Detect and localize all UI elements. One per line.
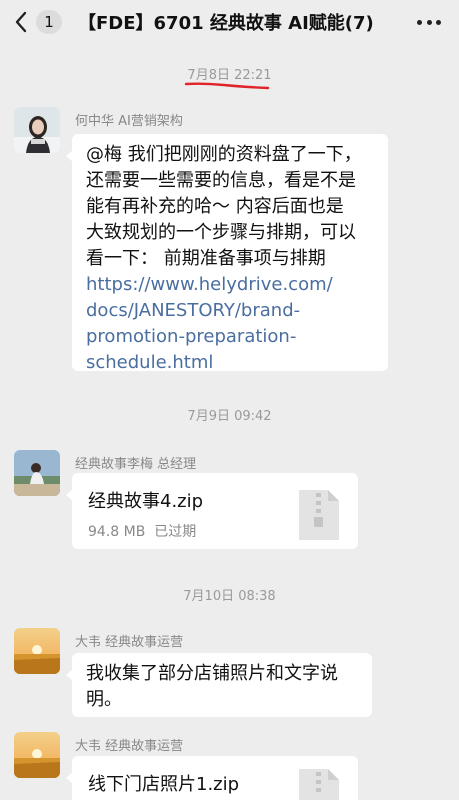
file-message[interactable]: 经典故事4.zip 94.8 MB 已过期: [66, 473, 358, 549]
message-link[interactable]: docs/JANESTORY/brand-: [86, 298, 375, 324]
message-line: 看一下： 前期准备事项与排期: [86, 248, 326, 269]
more-button[interactable]: [417, 12, 441, 32]
message-line: 明。: [86, 689, 122, 710]
more-icon: [417, 19, 422, 25]
message-line: 还需要一些需要的信息，看是不是: [86, 170, 356, 191]
chat-header: 1 【FDE】6701 经典故事 AI赋能(7): [0, 0, 459, 44]
file-message[interactable]: 线下门店照片1.zip: [66, 756, 358, 800]
annotation-underline: [184, 82, 270, 90]
avatar[interactable]: [14, 450, 60, 496]
message-link[interactable]: promotion-preparation-: [86, 324, 375, 350]
sender-name: 何中华 AI营销架构: [75, 114, 183, 129]
message-line: 能有再补充的哈～ 内容后面也是: [86, 196, 344, 217]
message-line: @梅 我们把刚刚的资料盘了一下，: [86, 144, 362, 165]
avatar[interactable]: [14, 628, 60, 674]
message-bubble[interactable]: 我收集了部分店铺照片和文字说 明。: [66, 653, 372, 717]
chat-title: 【FDE】6701 经典故事 AI赋能(7): [78, 13, 374, 34]
zip-file-icon: [299, 490, 339, 540]
timestamp: 7月9日 09:42: [187, 409, 272, 424]
message-bubble[interactable]: @梅 我们把刚刚的资料盘了一下， 还需要一些需要的信息，看是不是 能有再补充的哈…: [66, 134, 388, 373]
unread-count-badge: 1: [36, 10, 62, 34]
sender-name: 大韦 经典故事运营: [75, 635, 184, 650]
avatar[interactable]: [14, 107, 60, 153]
message-line: 大致规划的一个步骤与排期，可以: [86, 222, 356, 243]
back-button[interactable]: 1: [14, 8, 62, 36]
sender-name: 大韦 经典故事运营: [75, 739, 184, 754]
file-status: 已过期: [154, 524, 197, 540]
timestamp: 7月10日 08:38: [183, 589, 276, 604]
message-link[interactable]: https://www.helydrive.com/: [86, 272, 375, 298]
zip-file-icon: [299, 769, 339, 800]
message-line: 我收集了部分店铺照片和文字说: [86, 663, 338, 684]
message-link[interactable]: schedule.html: [86, 350, 375, 376]
avatar[interactable]: [14, 732, 60, 778]
back-arrow-icon: [15, 11, 27, 33]
file-size: 94.8 MB: [88, 524, 146, 540]
sender-name: 经典故事李梅 总经理: [75, 457, 197, 472]
